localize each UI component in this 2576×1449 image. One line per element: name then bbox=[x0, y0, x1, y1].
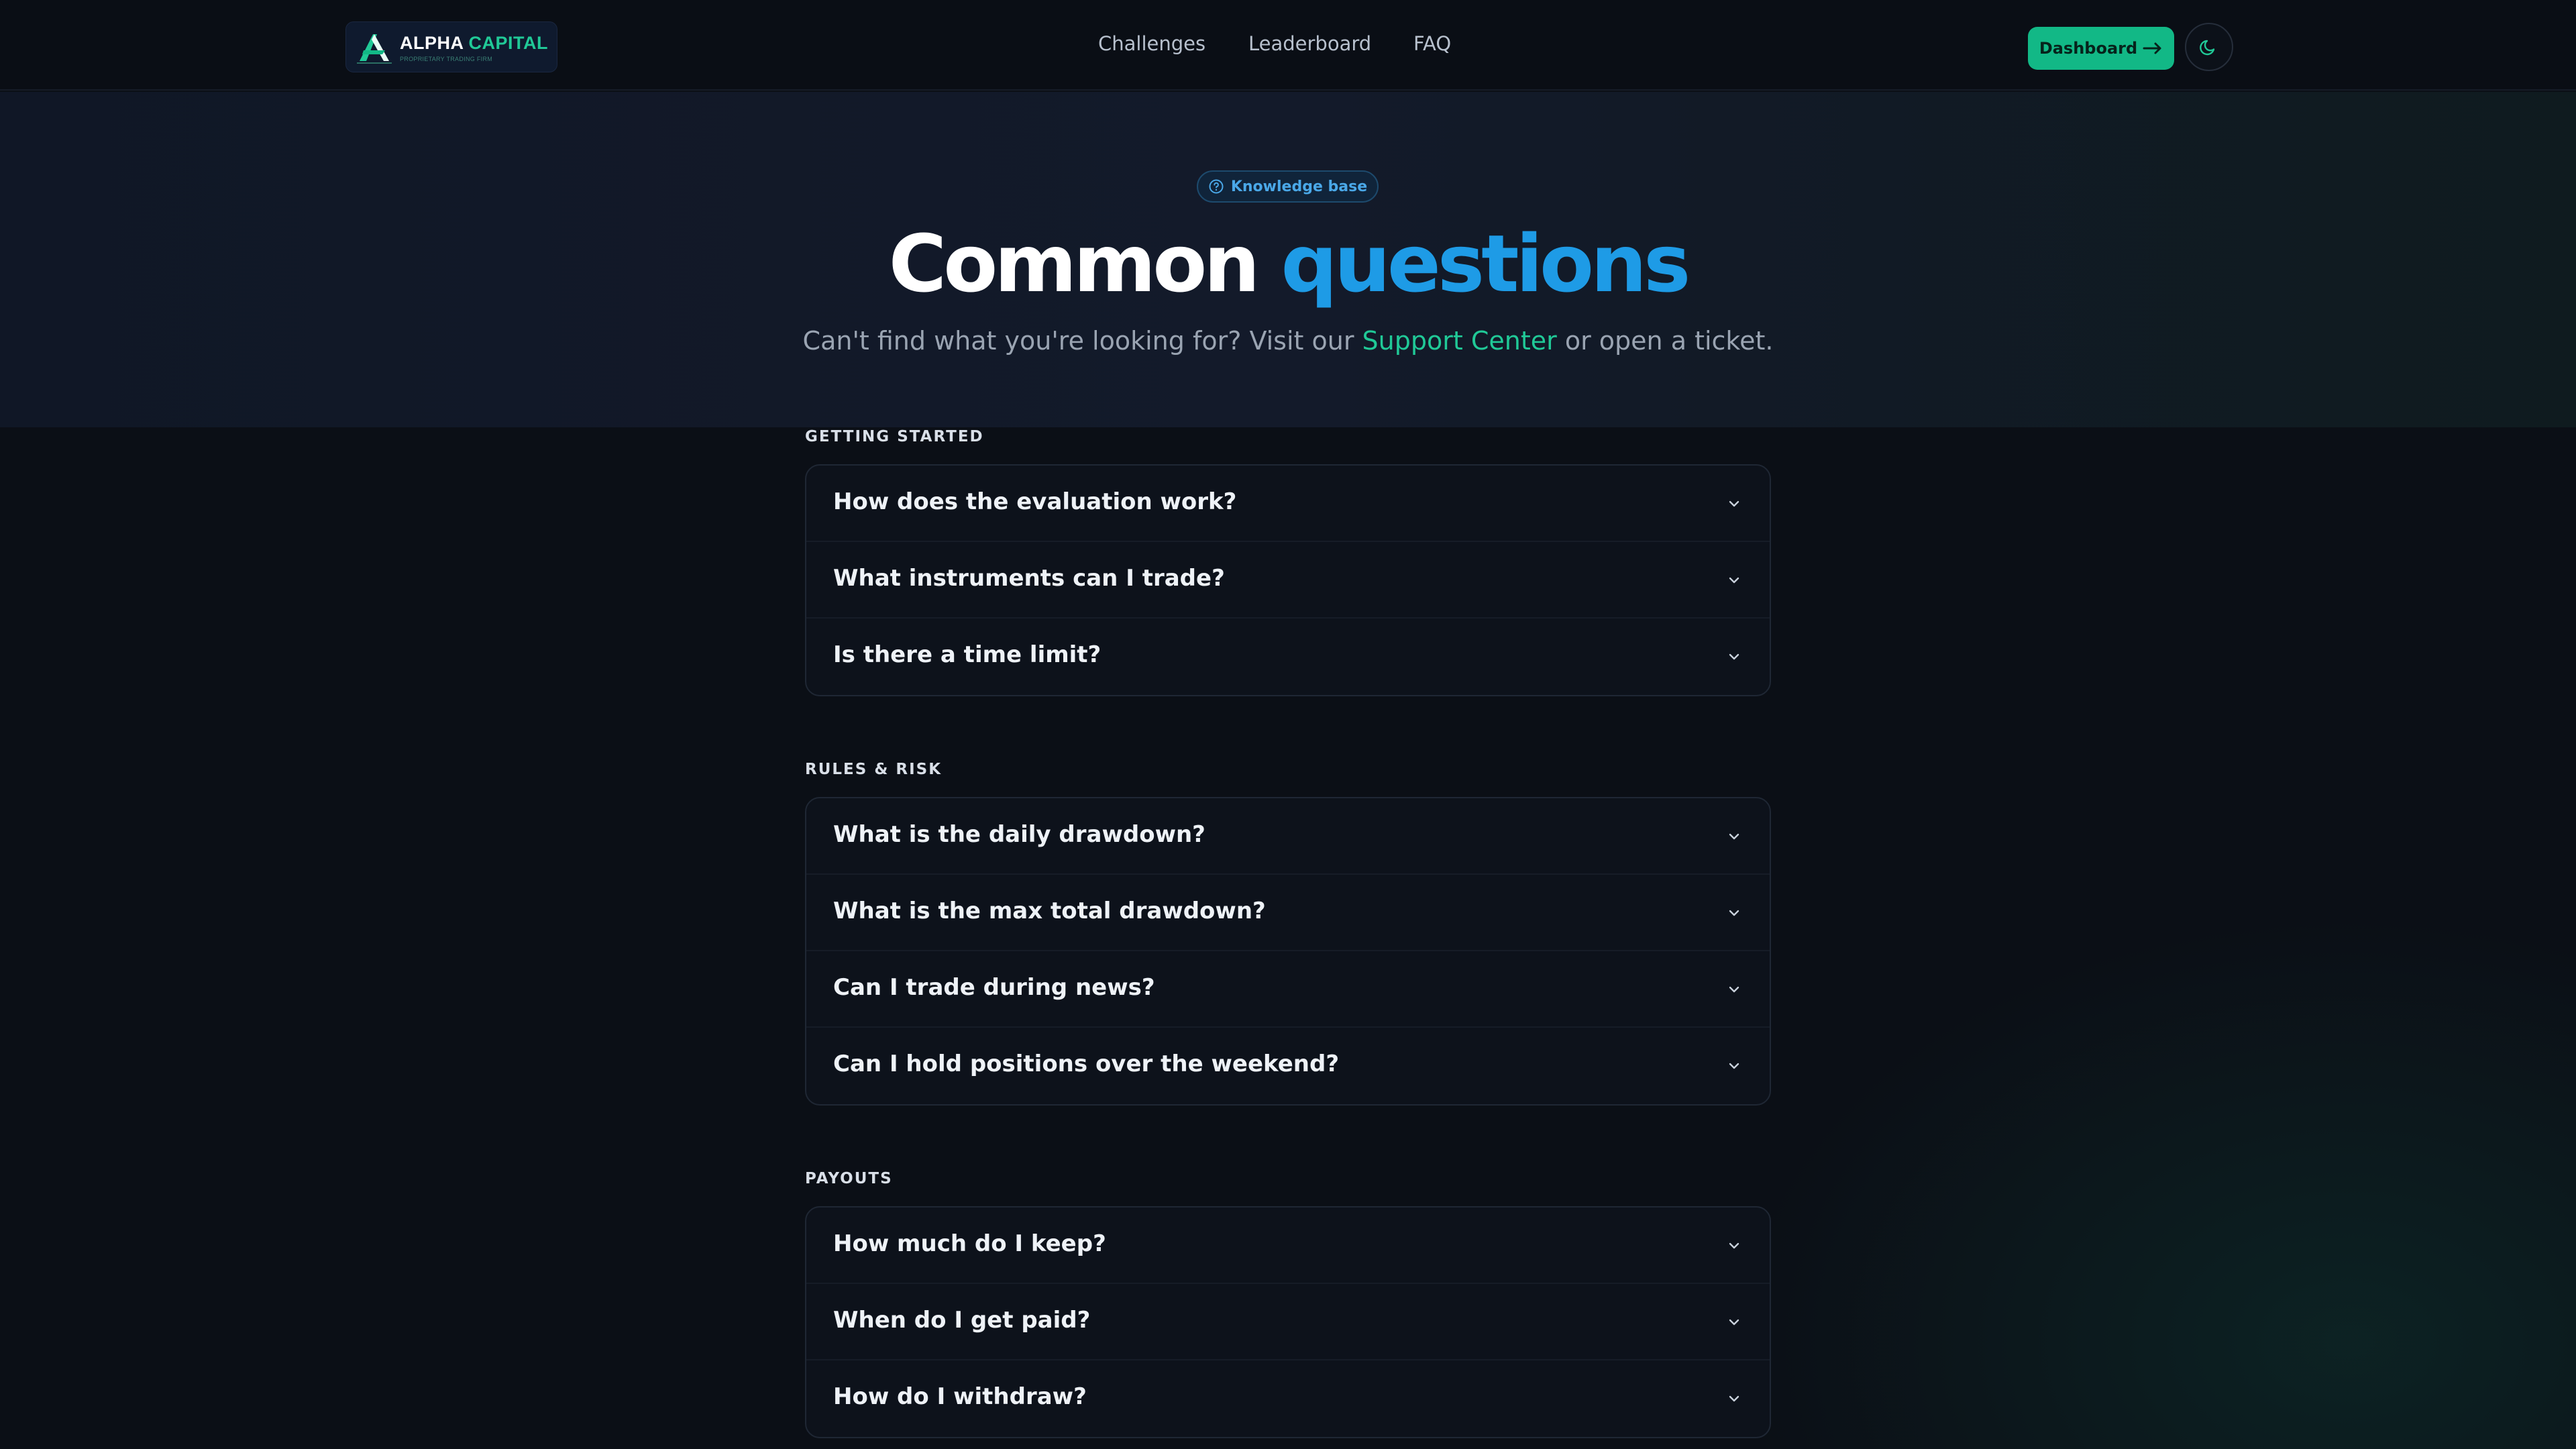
faq-item[interactable]: How do I withdraw? bbox=[806, 1360, 1770, 1437]
chevron-down-icon bbox=[1729, 1319, 1739, 1326]
theme-toggle-button[interactable] bbox=[2185, 23, 2233, 71]
brand-name: ALPHA CAPITAL bbox=[400, 33, 548, 54]
nav-link-leaderboard[interactable]: Leaderboard bbox=[1248, 32, 1371, 55]
support-center-link[interactable]: Support Center bbox=[1362, 326, 1557, 356]
chevron-down-icon bbox=[1729, 653, 1739, 660]
page-title: Common questions bbox=[0, 213, 2576, 314]
page-title-part2: questions bbox=[1281, 217, 1690, 310]
faq-item[interactable]: How does the evaluation work? bbox=[806, 466, 1770, 542]
faq-item[interactable]: What instruments can I trade? bbox=[806, 542, 1770, 619]
alpha-logo-icon bbox=[357, 34, 392, 64]
faq-item[interactable]: Can I hold positions over the weekend? bbox=[806, 1028, 1770, 1104]
chevron-down-icon bbox=[1729, 1063, 1739, 1069]
chevron-down-icon bbox=[1729, 1242, 1739, 1249]
nav-link-faq[interactable]: FAQ bbox=[1413, 32, 1451, 55]
faq-group-payouts: How much do I keep? When do I get paid? … bbox=[805, 1206, 1771, 1438]
brand-logo[interactable]: ALPHA CAPITAL PROPRIETARY TRADING FIRM bbox=[345, 21, 557, 72]
chevron-down-icon bbox=[1729, 500, 1739, 507]
moon-icon bbox=[2200, 40, 2215, 56]
faq-item[interactable]: When do I get paid? bbox=[806, 1284, 1770, 1360]
brand-name-part2: CAPITAL bbox=[468, 33, 549, 53]
nav-link-challenges[interactable]: Challenges bbox=[1098, 32, 1205, 55]
question-circle-icon bbox=[1209, 179, 1224, 194]
faq-question: How does the evaluation work? bbox=[833, 488, 1237, 515]
arrow-right-icon bbox=[2143, 42, 2161, 54]
top-navbar: ALPHA CAPITAL PROPRIETARY TRADING FIRM C… bbox=[0, 0, 2576, 91]
faq-question: When do I get paid? bbox=[833, 1307, 1091, 1334]
chevron-down-icon bbox=[1729, 910, 1739, 916]
section-label-payouts: PAYOUTS bbox=[805, 1170, 893, 1187]
dashboard-button-label: Dashboard bbox=[2039, 39, 2138, 58]
faq-question: Can I hold positions over the weekend? bbox=[833, 1051, 1340, 1077]
chevron-down-icon bbox=[1729, 986, 1739, 993]
knowledge-base-badge: Knowledge base bbox=[1197, 170, 1379, 203]
faq-question: How do I withdraw? bbox=[833, 1383, 1087, 1410]
brand-name-part1: ALPHA bbox=[400, 33, 464, 53]
faq-question: Can I trade during news? bbox=[833, 974, 1155, 1001]
brand-tagline: PROPRIETARY TRADING FIRM bbox=[400, 56, 493, 62]
faq-question: What is the daily drawdown? bbox=[833, 821, 1205, 848]
faq-item[interactable]: Can I trade during news? bbox=[806, 951, 1770, 1028]
dashboard-button[interactable]: Dashboard bbox=[2028, 27, 2174, 70]
chevron-down-icon bbox=[1729, 833, 1739, 840]
chevron-down-icon bbox=[1729, 1395, 1739, 1402]
faq-question: How much do I keep? bbox=[833, 1230, 1106, 1257]
faq-item[interactable]: What is the max total drawdown? bbox=[806, 875, 1770, 951]
section-label-getting-started: GETTING STARTED bbox=[805, 428, 984, 445]
subtitle-text-after: or open a ticket. bbox=[1564, 326, 1774, 356]
subtitle-text-before: Can't find what you're looking for? Visi… bbox=[802, 326, 1354, 356]
section-label-rules-risk: RULES & RISK bbox=[805, 761, 943, 778]
page-title-part1: Common bbox=[888, 217, 1260, 310]
faq-group-rules-risk: What is the daily drawdown? What is the … bbox=[805, 797, 1771, 1106]
faq-question: What instruments can I trade? bbox=[833, 565, 1225, 592]
faq-question: Is there a time limit? bbox=[833, 641, 1102, 668]
knowledge-base-badge-label: Knowledge base bbox=[1230, 178, 1368, 195]
faq-item[interactable]: How much do I keep? bbox=[806, 1208, 1770, 1284]
faq-item[interactable]: Is there a time limit? bbox=[806, 619, 1770, 695]
faq-group-getting-started: How does the evaluation work? What instr… bbox=[805, 464, 1771, 696]
faq-page: ALPHA CAPITAL PROPRIETARY TRADING FIRM C… bbox=[0, 0, 2576, 1449]
chevron-down-icon bbox=[1729, 577, 1739, 584]
page-subtitle: Can't find what you're looking for? Visi… bbox=[0, 326, 2576, 356]
faq-question: What is the max total drawdown? bbox=[833, 898, 1266, 924]
faq-item[interactable]: What is the daily drawdown? bbox=[806, 798, 1770, 875]
